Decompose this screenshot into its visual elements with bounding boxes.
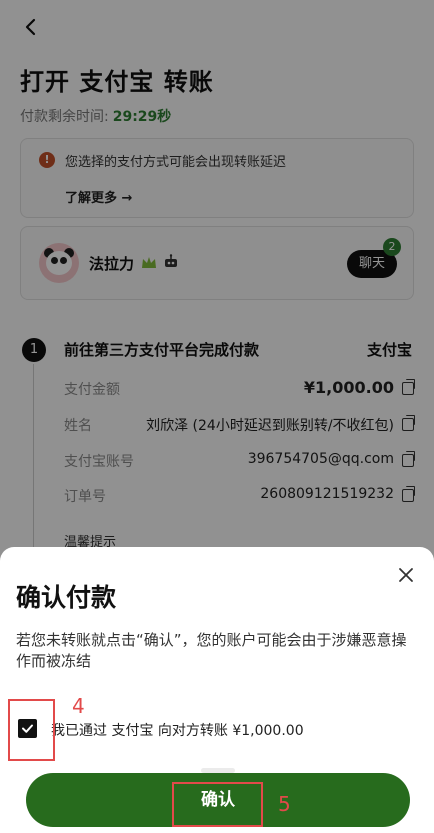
sheet-warning-message: 若您未转账就点击“确认”，您的账户可能会由于涉嫌恶意操作而被冻结: [16, 631, 407, 670]
annotation-box-4: [8, 699, 55, 761]
press-indicator: [201, 768, 235, 773]
annotation-box-5: [172, 782, 263, 827]
checkbox-label[interactable]: 我已通过 支付宝 向对方转账 ¥1,000.00: [51, 720, 304, 740]
close-icon[interactable]: [396, 565, 416, 585]
sheet-title: 确认付款: [16, 583, 117, 612]
annotation-number-5: 5: [278, 792, 291, 816]
annotation-number-4: 4: [72, 694, 85, 718]
